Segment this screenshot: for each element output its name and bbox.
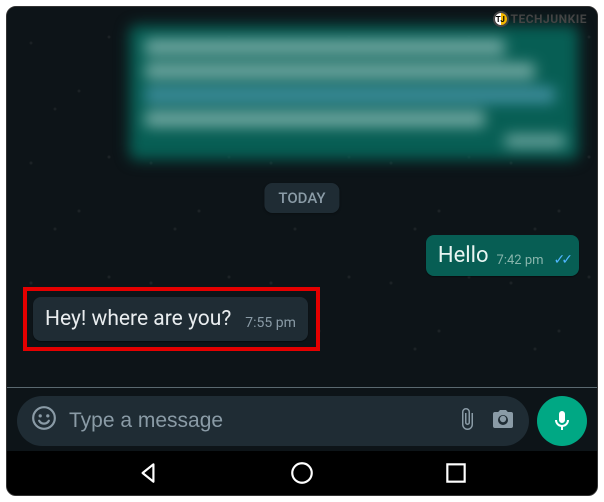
composer-pill bbox=[17, 396, 529, 446]
chat-area: TODAY Hello 7:42 pm ✓✓ Hey! where are yo… bbox=[7, 7, 597, 387]
composer-bar bbox=[7, 387, 597, 453]
android-nav-bar bbox=[7, 451, 597, 495]
message-text: Hey! where are you? bbox=[45, 307, 231, 331]
recent-apps-button[interactable] bbox=[443, 460, 469, 486]
screenshot-frame: TJ TECHJUNKIE TODAY Hello 7:42 pm ✓✓ Hey… bbox=[6, 6, 598, 496]
home-button[interactable] bbox=[289, 460, 315, 486]
watermark-text: TECHJUNKIE bbox=[511, 12, 587, 26]
message-time: 7:42 pm bbox=[497, 253, 544, 268]
message-time: 7:55 pm bbox=[245, 315, 296, 331]
back-button[interactable] bbox=[135, 460, 161, 486]
message-input[interactable] bbox=[69, 409, 443, 433]
redacted-message bbox=[129, 25, 579, 160]
outgoing-message-bubble[interactable]: Hello 7:42 pm ✓✓ bbox=[426, 235, 579, 276]
highlight-annotation: Hey! where are you? 7:55 pm bbox=[23, 287, 320, 351]
date-divider: TODAY bbox=[264, 183, 339, 213]
attach-icon[interactable] bbox=[455, 407, 479, 435]
message-text: Hello bbox=[438, 243, 489, 268]
emoji-icon[interactable] bbox=[31, 405, 57, 437]
watermark-logo: TJ bbox=[493, 11, 509, 27]
mic-icon bbox=[550, 409, 574, 433]
incoming-message-bubble[interactable]: Hey! where are you? 7:55 pm bbox=[33, 297, 308, 341]
voice-message-button[interactable] bbox=[537, 396, 587, 446]
camera-icon[interactable] bbox=[491, 407, 515, 435]
read-receipt-icon: ✓✓ bbox=[554, 252, 569, 268]
watermark: TJ TECHJUNKIE bbox=[493, 11, 587, 27]
